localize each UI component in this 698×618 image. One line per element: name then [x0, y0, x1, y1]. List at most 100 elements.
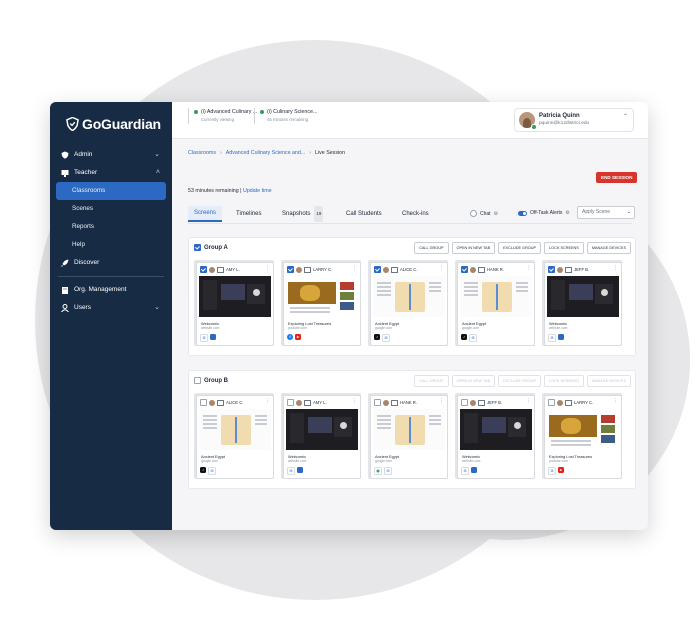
session-indicator-1[interactable]: (i) Advanced Culinary ... Currently view… — [188, 108, 257, 124]
avatar — [470, 399, 476, 406]
student-card[interactable]: AMY L. ⋮ Webcomic website.com G — [194, 260, 274, 346]
call-group-button[interactable]: CALL GROUP — [414, 375, 449, 387]
student-checkbox[interactable] — [374, 266, 381, 273]
brand-logo[interactable]: GoGuardian — [66, 116, 161, 132]
more-vertical-icon[interactable]: ⋮ — [526, 398, 531, 404]
more-vertical-icon[interactable]: ⋮ — [526, 265, 531, 271]
student-card[interactable]: LARRY C. ⋮ Exploring Lost Treasures yout… — [542, 393, 622, 479]
screen-thumbnail[interactable] — [460, 276, 532, 317]
student-checkbox[interactable] — [461, 266, 468, 273]
google-icon: G — [287, 467, 295, 475]
sidebar-item-label: Teacher — [74, 169, 98, 176]
chevron-right-icon: › — [309, 150, 311, 156]
student-card[interactable]: ALICE C. ⋮ Ancient Egypt google.com ♪ G — [194, 393, 274, 479]
card-header: HANK R. — [374, 399, 417, 406]
screen-thumbnail[interactable] — [199, 276, 271, 317]
student-card[interactable]: LARRY C. ⋮ Exploring Lost Treasures yout… — [281, 260, 361, 346]
chat-radio[interactable] — [470, 210, 477, 217]
session-indicator-2[interactable]: (i) Culinary Science... 45 minutes remai… — [254, 108, 317, 124]
meet-icon — [558, 334, 564, 340]
student-card[interactable]: AMY L. ⋮ Webcomic website.com G — [281, 393, 361, 479]
group-checkbox[interactable] — [194, 244, 201, 251]
screen-thumbnail[interactable] — [199, 409, 271, 450]
off-task-toggle[interactable] — [518, 210, 527, 216]
group-checkbox[interactable] — [194, 377, 201, 384]
student-card[interactable]: ALICE C. ⋮ Ancient Egypt google.com ♪ G — [368, 260, 448, 346]
sidebar-item-org-management[interactable]: Org. Management — [50, 281, 172, 299]
screen-thumbnail[interactable] — [547, 276, 619, 317]
student-card[interactable]: JEFF B. ⋮ Webcomic website.com G — [455, 393, 535, 479]
student-checkbox[interactable] — [548, 399, 555, 406]
screen-thumbnail[interactable] — [373, 409, 445, 450]
screen-thumbnail[interactable] — [373, 276, 445, 317]
manage-devices-button[interactable]: MANAGE DEVICES — [586, 242, 631, 254]
open-apps: G — [548, 334, 564, 342]
sidebar-item-help[interactable]: Help — [50, 236, 172, 254]
lock-screens-button[interactable]: LOCK SCREENS — [544, 375, 584, 387]
screen-thumbnail[interactable] — [547, 409, 619, 450]
student-card[interactable]: JEFF B. ⋮ Webcomic website.com G — [542, 260, 622, 346]
sidebar-item-scenes[interactable]: Scenes — [50, 200, 172, 218]
off-task-alerts-control[interactable]: Off-Task Alerts ⚙ — [518, 210, 570, 216]
exclude-group-button[interactable]: EXCLUDE GROUP — [498, 375, 542, 387]
tiktok-icon: ♪ — [374, 334, 380, 340]
student-checkbox[interactable] — [287, 266, 294, 273]
student-checkbox[interactable] — [200, 399, 207, 406]
screen-thumbnail[interactable] — [286, 409, 358, 450]
tab-screens[interactable]: Screens — [188, 206, 223, 222]
top-bar: (i) Advanced Culinary ... Currently view… — [172, 102, 648, 139]
call-group-button[interactable]: CALL GROUP — [414, 242, 449, 254]
google-icon: G — [208, 467, 216, 475]
student-checkbox[interactable] — [374, 399, 381, 406]
more-vertical-icon[interactable]: ⋮ — [352, 265, 357, 271]
student-checkbox[interactable] — [200, 266, 207, 273]
apply-scene-select[interactable]: Apply Scene ⌄ — [577, 206, 635, 219]
more-vertical-icon[interactable]: ⋮ — [439, 265, 444, 271]
chat-label: Chat — [480, 210, 491, 217]
end-session-button[interactable]: END SESSION — [596, 172, 638, 183]
tab-call-students[interactable]: Call Students — [340, 206, 388, 222]
sidebar-item-label: Discover — [74, 259, 100, 266]
student-card[interactable]: HANK R. ⋮ Ancient Egypt google.com ♪ G — [455, 260, 535, 346]
student-name: LARRY C. — [313, 267, 333, 272]
sidebar-item-label: Admin — [74, 151, 93, 158]
more-vertical-icon[interactable]: ⋮ — [265, 265, 270, 271]
open-new-tab-button[interactable]: OPEN IN NEW TAB — [451, 242, 496, 254]
student-card[interactable]: HANK R. ⋮ Ancient Egypt google.com ◉ G — [368, 393, 448, 479]
exclude-group-button[interactable]: EXCLUDE GROUP — [498, 242, 542, 254]
card-body: JEFF B. ⋮ Webcomic website.com G — [457, 395, 535, 479]
sidebar-item-classrooms[interactable]: Classrooms — [56, 182, 166, 200]
chat-control[interactable]: Chat ⚙ — [470, 210, 498, 217]
user-menu[interactable]: Patricia Quinn pquinn@k12district.edu ⌃ — [514, 108, 634, 132]
sidebar-item-teacher[interactable]: Teacher ˄ — [50, 164, 172, 182]
student-checkbox[interactable] — [548, 266, 555, 273]
more-vertical-icon[interactable]: ⋮ — [352, 398, 357, 404]
sidebar-item-admin[interactable]: Admin ⌄ — [50, 146, 172, 164]
sidebar-item-label: Users — [74, 304, 91, 311]
sidebar-item-discover[interactable]: Discover — [50, 254, 172, 272]
manage-devices-button[interactable]: MANAGE DEVICES — [586, 375, 631, 387]
sidebar-item-users[interactable]: Users ⌄ — [50, 299, 172, 317]
settings-icon[interactable]: ⚙ — [565, 210, 569, 216]
more-vertical-icon[interactable]: ⋮ — [439, 398, 444, 404]
screen-thumbnail[interactable] — [460, 409, 532, 450]
sidebar-item-reports[interactable]: Reports — [50, 218, 172, 236]
breadcrumb-class[interactable]: Advanced Culinary Science and... — [226, 150, 306, 156]
breadcrumb-classrooms[interactable]: Classrooms — [188, 150, 216, 156]
more-vertical-icon[interactable]: ⋮ — [613, 398, 618, 404]
update-time-link[interactable]: Update time — [243, 188, 272, 194]
student-checkbox[interactable] — [461, 399, 468, 406]
more-vertical-icon[interactable]: ⋮ — [265, 398, 270, 404]
card-header: LARRY C. — [287, 266, 332, 273]
app-window: GoGuardian Admin ⌄ Teacher ˄ Classrooms … — [50, 102, 648, 530]
chevron-down-icon: ⌄ — [626, 209, 631, 215]
screen-thumbnail[interactable] — [286, 276, 358, 317]
settings-icon[interactable]: ⚙ — [494, 211, 498, 217]
tab-timelines[interactable]: Timelines — [230, 206, 267, 222]
lock-screens-button[interactable]: LOCK SCREENS — [544, 242, 584, 254]
tab-check-ins[interactable]: Check-ins — [396, 206, 435, 222]
tab-snapshots[interactable]: Snapshots 19 — [276, 206, 329, 222]
student-checkbox[interactable] — [287, 399, 294, 406]
more-vertical-icon[interactable]: ⋮ — [613, 265, 618, 271]
open-new-tab-button[interactable]: OPEN IN NEW TAB — [451, 375, 496, 387]
